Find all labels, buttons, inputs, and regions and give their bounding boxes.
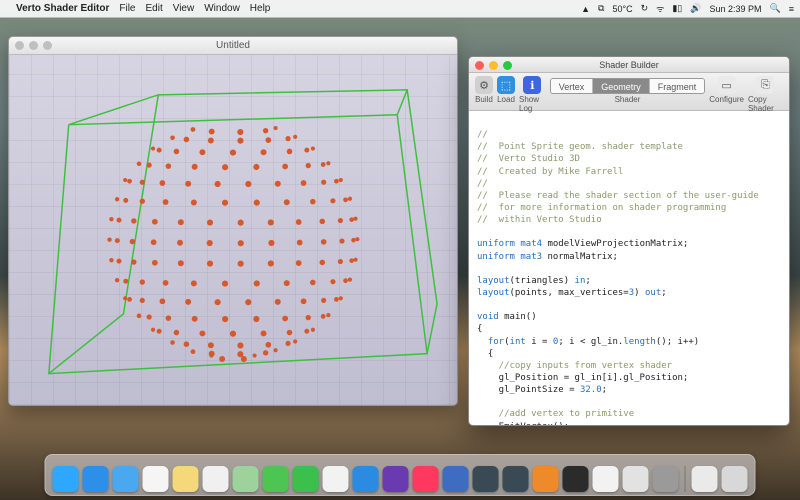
dock-mail[interactable] <box>113 466 139 492</box>
minimize-icon[interactable] <box>489 61 498 70</box>
battery-icon[interactable]: ▮▯ <box>672 3 682 14</box>
menu-window[interactable]: Window <box>204 3 240 14</box>
editor-title: Untitled <box>216 40 250 51</box>
build-label: Build <box>475 95 493 104</box>
segment-label: Shader <box>615 95 641 104</box>
cloud-icon[interactable]: ▲ <box>581 4 590 14</box>
desktop: Verto Shader Editor File Edit View Windo… <box>0 0 800 500</box>
zoom-icon[interactable] <box>503 61 512 70</box>
viewport-3d[interactable] <box>9 55 457 405</box>
dock-preview[interactable] <box>443 466 469 492</box>
menubar: Verto Shader Editor File Edit View Windo… <box>0 0 800 18</box>
shader-title: Shader Builder <box>599 60 659 70</box>
shader-type-segmented[interactable]: Vertex Geometry Fragment <box>550 78 706 94</box>
code-editor[interactable]: // // Point Sprite geom. shader template… <box>469 111 789 426</box>
dock-finder[interactable] <box>53 466 79 492</box>
temp-status[interactable]: 50°C <box>612 4 632 14</box>
spotlight-icon[interactable]: 🔍 <box>770 3 781 14</box>
dock-facetime[interactable] <box>293 466 319 492</box>
dock-vertoeditor[interactable] <box>503 466 529 492</box>
close-icon[interactable] <box>15 41 24 50</box>
tab-fragment[interactable]: Fragment <box>650 79 705 93</box>
dock-imovie[interactable] <box>383 466 409 492</box>
zoom-icon[interactable] <box>43 41 52 50</box>
notification-icon[interactable]: ≡ <box>789 4 794 14</box>
showlog-label: Show Log <box>519 95 546 113</box>
shader-titlebar[interactable]: Shader Builder <box>469 57 789 73</box>
sync-icon[interactable]: ↻ <box>641 3 649 14</box>
dock-reminders[interactable] <box>203 466 229 492</box>
dock-blender[interactable] <box>533 466 559 492</box>
menu-help[interactable]: Help <box>250 3 271 14</box>
configure-button[interactable]: ▭ Configure <box>709 76 744 104</box>
dock-separator <box>685 466 686 492</box>
dock-messages[interactable] <box>263 466 289 492</box>
shader-toolbar: ⚙ Build ⬚ Load ℹ Show Log Vertex Geometr… <box>469 73 789 111</box>
tab-vertex[interactable]: Vertex <box>551 79 594 93</box>
tab-geometry[interactable]: Geometry <box>593 79 650 93</box>
copy-label: Copy Shader <box>748 95 783 113</box>
clock[interactable]: Sun 2:39 PM <box>709 4 761 14</box>
dock-calendar[interactable] <box>143 466 169 492</box>
load-button[interactable]: ⬚ Load <box>497 76 515 104</box>
dock-textedit[interactable] <box>593 466 619 492</box>
dock-appstore[interactable] <box>353 466 379 492</box>
menu-edit[interactable]: Edit <box>145 3 162 14</box>
menu-file[interactable]: File <box>119 3 135 14</box>
dropbox-icon[interactable]: ⧉ <box>598 3 604 14</box>
minimize-icon[interactable] <box>29 41 38 50</box>
menu-view[interactable]: View <box>173 3 195 14</box>
dock-notes[interactable] <box>173 466 199 492</box>
dock-maps[interactable] <box>233 466 259 492</box>
load-label: Load <box>497 95 515 104</box>
editor-titlebar[interactable]: Untitled <box>9 37 457 55</box>
dock-vertostudio[interactable] <box>473 466 499 492</box>
showlog-button[interactable]: ℹ Show Log <box>519 76 546 113</box>
volume-icon[interactable]: 🔊 <box>690 3 701 14</box>
dock-settings[interactable] <box>653 466 679 492</box>
wifi-icon[interactable]: ᯤ <box>656 2 664 15</box>
app-name[interactable]: Verto Shader Editor <box>16 3 109 14</box>
shader-window[interactable]: Shader Builder ⚙ Build ⬚ Load ℹ Show Log… <box>468 56 790 426</box>
scene-svg <box>9 55 457 405</box>
editor-window[interactable]: Untitled <box>8 36 458 406</box>
build-button[interactable]: ⚙ Build <box>475 76 493 104</box>
dock-safari[interactable] <box>83 466 109 492</box>
configure-label: Configure <box>709 95 744 104</box>
dock-activity[interactable] <box>623 466 649 492</box>
dock-document[interactable] <box>692 466 718 492</box>
close-icon[interactable] <box>475 61 484 70</box>
dock-photos[interactable] <box>323 466 349 492</box>
copy-shader-button[interactable]: ⎘ Copy Shader <box>748 76 783 113</box>
dock[interactable] <box>45 454 756 496</box>
dock-trash[interactable] <box>722 466 748 492</box>
dock-terminal[interactable] <box>563 466 589 492</box>
dock-music[interactable] <box>413 466 439 492</box>
